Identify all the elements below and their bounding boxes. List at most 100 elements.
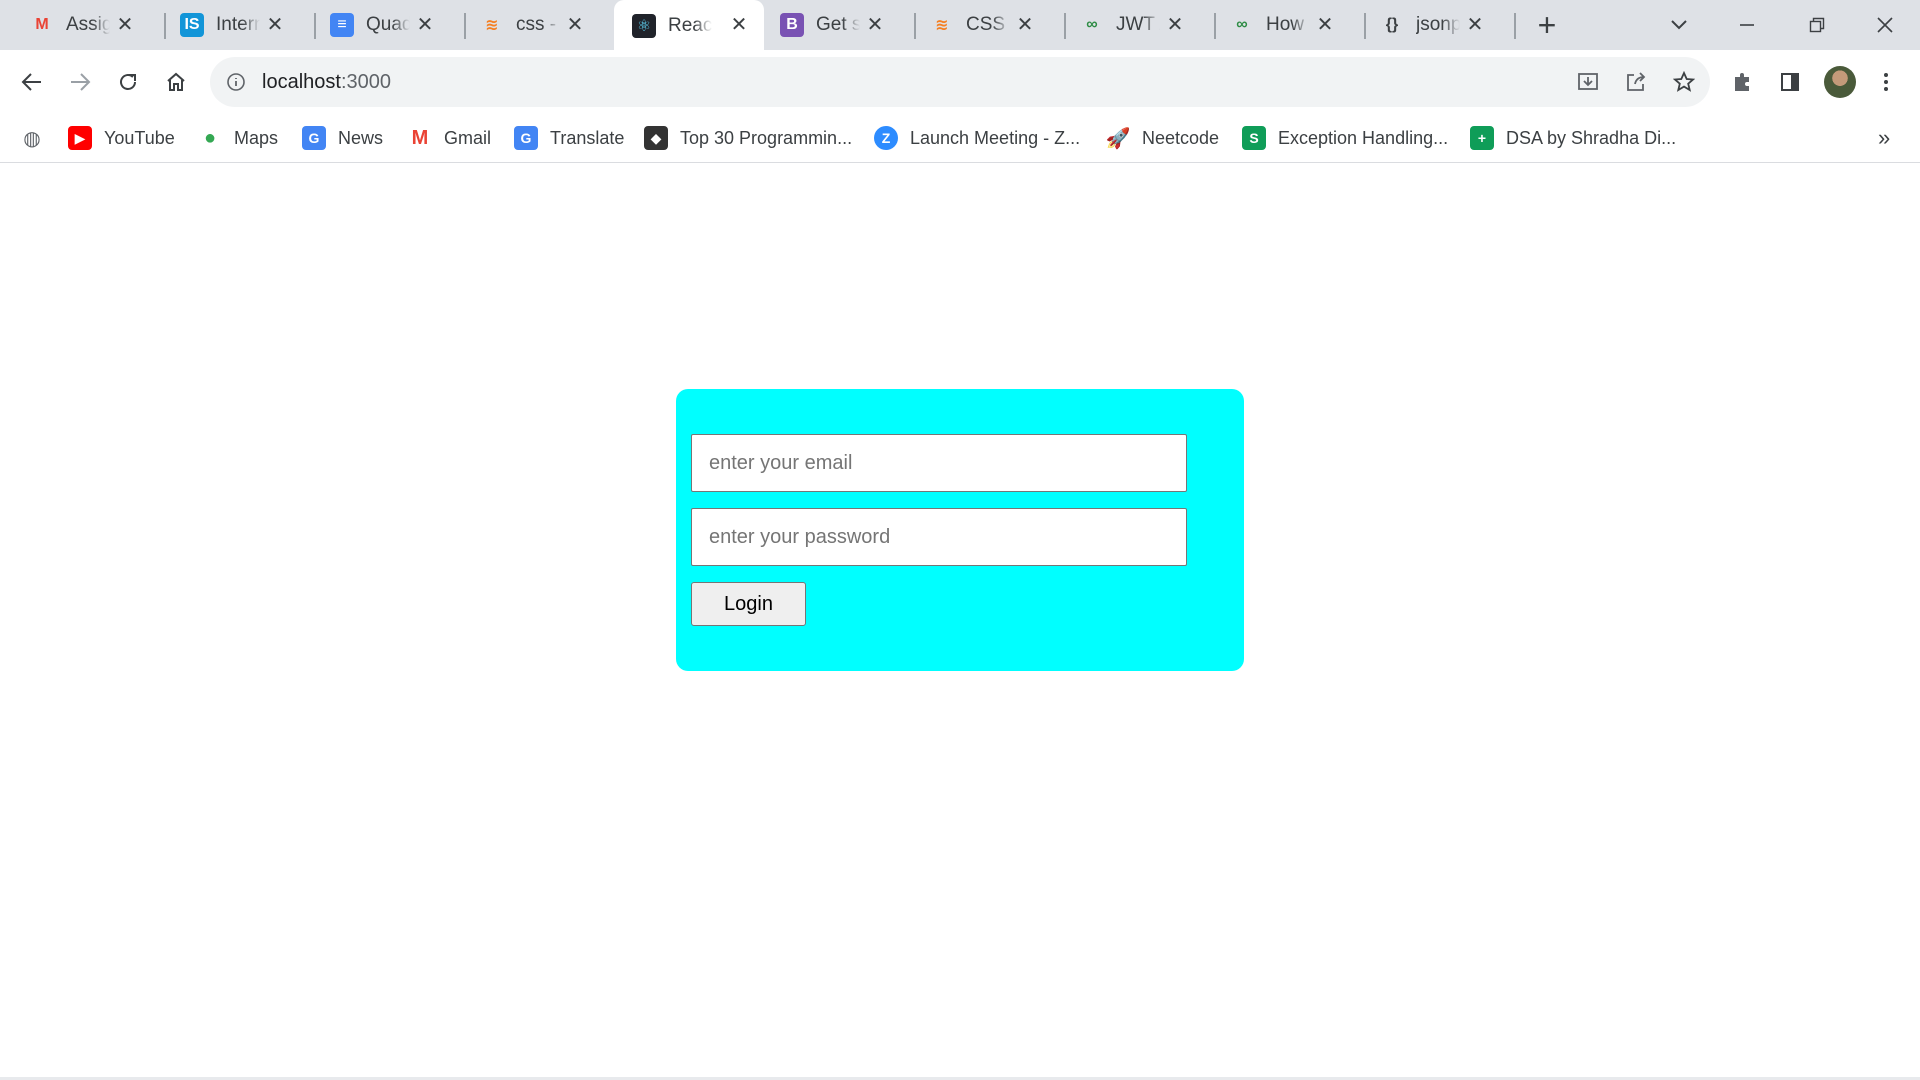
tab-1[interactable]: IS Internshala✕ <box>150 0 300 50</box>
bookmark-sheets[interactable]: + DSA by Shradha Di... <box>1470 124 1676 152</box>
bookmark-label: Launch Meeting - Z... <box>910 127 1081 148</box>
geeksforgeeks-icon: ∞ <box>1236 16 1248 33</box>
reload-button[interactable] <box>108 62 148 102</box>
new-tab-button[interactable]: + <box>1532 7 1562 43</box>
sheets-green-icon: S <box>1242 126 1266 150</box>
address-bar[interactable]: localhost:3000 <box>210 57 1710 107</box>
bookmark-label: Gmail <box>444 127 492 148</box>
arrow-left-icon <box>21 73 41 91</box>
tab-separator <box>1514 13 1516 39</box>
tab-0[interactable]: M Assignment✕ <box>0 0 150 50</box>
home-button[interactable] <box>156 62 196 102</box>
tab-close-icon[interactable]: ✕ <box>414 13 436 36</box>
bookmark-globe[interactable]: ◍ <box>20 124 56 152</box>
bookmark-label: YouTube <box>104 127 175 148</box>
tab-title: How t <box>1266 14 1310 35</box>
password-input[interactable] <box>691 508 1187 566</box>
translate-icon: G <box>514 126 538 150</box>
bookmarks-overflow-button[interactable]: » <box>1878 124 1890 152</box>
minimize-icon <box>1740 24 1754 26</box>
tab-6[interactable]: ≋ CSS to✕ <box>900 0 1050 50</box>
bookmark-gmail[interactable]: M Gmail <box>408 124 491 152</box>
minimize-button[interactable] <box>1730 8 1764 42</box>
tab-search-button[interactable] <box>1662 8 1696 42</box>
profile-avatar[interactable] <box>1824 66 1856 98</box>
news-icon: G <box>302 126 326 150</box>
close-window-button[interactable] <box>1868 8 1902 42</box>
bookmark-news[interactable]: G News <box>302 124 383 152</box>
bookmark-translate[interactable]: G Translate <box>514 124 624 152</box>
tab-9[interactable]: {} jsonpl✕ <box>1350 0 1500 50</box>
tab-7[interactable]: ∞ JWT A✕ <box>1050 0 1200 50</box>
zoom-icon: Z <box>874 126 898 150</box>
info-icon <box>227 73 245 91</box>
extensions-button[interactable] <box>1722 62 1762 102</box>
tab-title: JWT A <box>1116 14 1160 35</box>
bookmark-label: Exception Handling... <box>1278 127 1449 148</box>
react-icon: ⚛ <box>632 13 656 38</box>
internshala-icon: IS <box>180 13 204 37</box>
tab-close-icon[interactable]: ✕ <box>728 13 750 36</box>
tab-close-icon[interactable]: ✕ <box>1164 13 1186 36</box>
tab-2[interactable]: ≡ QuadB✕ <box>300 0 450 50</box>
tab-close-icon[interactable]: ✕ <box>1464 13 1486 36</box>
tab-close-icon[interactable]: ✕ <box>114 13 136 36</box>
bookmark-label: Top 30 Programmin... <box>680 127 853 148</box>
restore-icon <box>1809 17 1825 33</box>
restore-button[interactable] <box>1800 8 1834 42</box>
tab-5[interactable]: B Get started✕ <box>750 0 900 50</box>
sheets-icon: + <box>1470 126 1494 150</box>
tab-title: Assignment <box>66 14 110 35</box>
neetcode-icon: 🚀 <box>1105 127 1131 150</box>
share-button[interactable] <box>1616 62 1656 102</box>
address-port: :3000 <box>340 71 391 93</box>
install-app-button[interactable] <box>1568 62 1608 102</box>
bookmark-label: Maps <box>234 127 279 148</box>
email-input[interactable] <box>691 434 1187 492</box>
close-icon <box>1877 17 1893 33</box>
bookmark-neetcode[interactable]: 🚀 Neetcode <box>1105 124 1220 152</box>
puzzle-icon <box>1735 73 1749 91</box>
tab-4[interactable]: ⚛ React ✕ <box>614 0 764 51</box>
bootstrap-icon: B <box>780 13 804 37</box>
tab-close-icon[interactable]: ✕ <box>1314 13 1336 36</box>
browser-toolbar: localhost:3000 <box>0 50 1920 114</box>
bookmark-label: News <box>338 127 384 148</box>
address-host: localhost <box>262 71 341 93</box>
bookmark-maps[interactable]: ● Maps <box>198 124 278 152</box>
docs-icon: ≡ <box>330 13 354 37</box>
bookmark-zoom[interactable]: Z Launch Meeting - Z... <box>874 124 1080 152</box>
login-button[interactable]: Login <box>691 582 806 626</box>
bookmark-programming[interactable]: ◆ Top 30 Programmin... <box>644 124 852 152</box>
forward-button[interactable] <box>60 62 100 102</box>
maps-icon: ● <box>203 126 217 149</box>
programming-icon: ◆ <box>644 126 668 150</box>
menu-button[interactable] <box>1866 62 1906 102</box>
reload-icon <box>120 74 136 90</box>
tab-title: React <box>668 14 712 36</box>
tab-close-icon[interactable]: ✕ <box>264 13 286 36</box>
stackoverflow-icon: ≋ <box>935 17 949 34</box>
side-panel-icon <box>1781 73 1799 91</box>
tab-strip: MAssignment✕ISInternshala✕≡QuadB✕≋css - … <box>0 0 1920 51</box>
bookmark-label: Neetcode <box>1142 127 1220 148</box>
tab-close-icon[interactable]: ✕ <box>1014 13 1036 36</box>
tab-close-icon[interactable]: ✕ <box>864 13 886 36</box>
bookmark-youtube[interactable]: ▶ YouTube <box>68 124 175 152</box>
chevron-down-icon <box>1671 20 1687 30</box>
side-panel-button[interactable] <box>1770 62 1810 102</box>
stackoverflow-icon: ≋ <box>485 17 499 34</box>
address-url: localhost:3000 <box>262 71 391 94</box>
jsonplaceholder-icon: {} <box>1385 16 1399 33</box>
tab-title: CSS to <box>966 14 1010 35</box>
bookmark-sheets-green[interactable]: S Exception Handling... <box>1242 124 1448 152</box>
tab-title: Get started <box>816 14 860 35</box>
gmail-icon: M <box>411 126 429 149</box>
tab-3[interactable]: ≋ css - 1✕ <box>450 0 600 50</box>
tab-8[interactable]: ∞ How t ✕ <box>1200 0 1350 50</box>
back-button[interactable] <box>12 62 52 102</box>
tab-close-icon[interactable]: ✕ <box>564 13 586 36</box>
kebab-menu-icon <box>1884 73 1888 91</box>
bookmark-star-button[interactable] <box>1664 62 1704 102</box>
share-icon <box>1627 72 1646 91</box>
